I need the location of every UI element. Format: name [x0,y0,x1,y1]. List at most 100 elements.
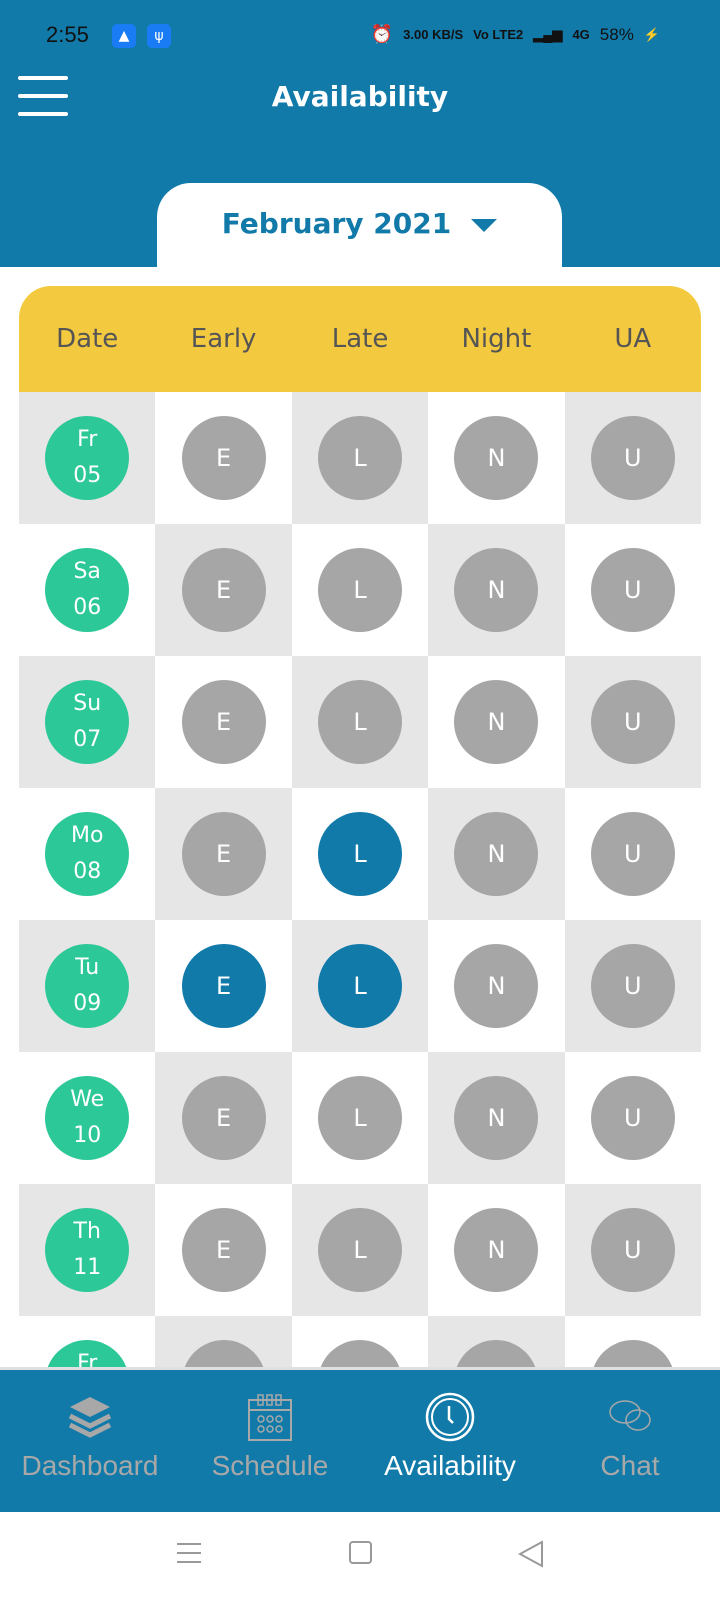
ua-toggle[interactable]: U [590,1208,675,1292]
table-row: Su 07 E L N U [19,656,701,788]
ua-toggle[interactable]: U [590,416,675,500]
ua-cell: U [564,392,701,524]
early-toggle[interactable]: E [181,812,266,896]
nav-label: Schedule [211,1450,329,1481]
date-cell: We 10 [19,1052,156,1184]
early-toggle[interactable]: E [181,680,266,764]
table-row: Fr 05 E L N U [19,392,701,524]
early-toggle[interactable]: E [181,548,266,632]
early-toggle[interactable]: E [181,1208,266,1292]
date-badge: Mo 08 [45,812,130,896]
back-icon[interactable] [517,1540,544,1572]
late-cell: L [291,1052,429,1184]
ua-cell: U [564,1184,701,1316]
column-date: Date [56,324,119,354]
late-cell: L [291,1184,429,1316]
early-cell: E [155,1052,292,1184]
nav-availability[interactable]: Availability [360,1370,540,1512]
early-cell: E [155,392,292,524]
night-toggle[interactable]: N [454,812,539,896]
column-late: Late [331,324,389,354]
day-label: Mo [70,823,104,848]
late-cell: L [291,392,429,524]
night-toggle[interactable]: N [454,1340,539,1367]
column-night: Night [461,324,532,354]
ua-cell: U [564,524,701,656]
date-label: 09 [73,991,102,1016]
date-badge: Sa 06 [45,548,130,632]
early-toggle[interactable]: E [181,1340,266,1367]
date-badge: Fr 05 [45,416,130,500]
late-toggle[interactable]: L [318,944,403,1028]
night-cell: N [428,656,565,788]
night-toggle[interactable]: N [454,548,539,632]
date-badge: Tu 09 [45,944,130,1028]
late-toggle[interactable]: L [318,1208,403,1292]
night-toggle[interactable]: N [454,1208,539,1292]
day-label: Th [73,1219,101,1244]
day-label: Su [73,691,102,716]
date-label: 08 [73,859,102,884]
date-badge: Fr12 [45,1340,130,1367]
night-toggle[interactable]: N [454,680,539,764]
ua-toggle[interactable]: U [590,680,675,764]
date-label: 06 [73,595,102,620]
date-cell: Sa 06 [19,524,156,656]
night-cell: N [428,524,565,656]
recent-apps-icon[interactable] [176,1540,202,1570]
battery-level: 58% [599,24,634,44]
late-toggle[interactable]: L [318,1340,403,1367]
availability-table: Date Early Late Night UA Fr 05 E L N U Sa 06 E L N… [19,286,701,1367]
late-cell: L [291,1316,429,1367]
late-toggle[interactable]: L [318,1076,403,1160]
ua-toggle[interactable]: U [590,1076,675,1160]
ua-toggle[interactable]: U [590,1340,675,1367]
signal-type: 4G [572,27,590,42]
early-cell: E [155,1316,292,1367]
day-label: Tu [75,955,100,980]
charging-icon: ⚡ [643,26,660,42]
day-label: Fr [77,427,98,452]
table-row: Sa 06 E L N U [19,524,701,656]
system-navigation-bar [0,1512,720,1600]
late-toggle[interactable]: L [318,812,403,896]
nav-schedule[interactable]: Schedule [180,1370,360,1512]
ua-toggle[interactable]: U [590,944,675,1028]
early-toggle[interactable]: E [181,416,266,500]
night-toggle[interactable]: N [454,416,539,500]
table-row: Mo 08 E L N U [19,788,701,920]
date-label: 05 [73,463,102,488]
status-time: 2:55 [46,22,89,47]
nav-label: Availability [384,1450,516,1481]
table-header: Date Early Late Night UA [19,286,701,392]
early-cell: E [155,656,292,788]
date-cell: Fr 05 [19,392,156,524]
late-toggle[interactable]: L [318,548,403,632]
android-icon: ▲ [112,24,136,48]
page-title: Availability [271,80,449,113]
signal-icon: ▂▄▆ [533,26,563,42]
ua-toggle[interactable]: U [590,812,675,896]
night-cell: N [428,392,565,524]
night-toggle[interactable]: N [454,1076,539,1160]
nav-dashboard[interactable]: Dashboard [0,1370,180,1512]
chat-icon [609,1400,651,1431]
nav-chat[interactable]: Chat [540,1370,720,1512]
table-row: Tu 09 E L N U [19,920,701,1052]
ua-toggle[interactable]: U [590,548,675,632]
month-selector[interactable]: February 2021 [157,183,562,273]
month-label: February 2021 [221,207,452,240]
alarm-icon: ⏰ [370,24,394,44]
late-toggle[interactable]: L [318,416,403,500]
date-label: 11 [73,1255,102,1280]
date-cell: Tu 09 [19,920,156,1052]
night-cell: N [428,1184,565,1316]
column-ua: UA [614,324,652,354]
home-icon[interactable] [348,1540,374,1570]
early-toggle[interactable]: E [181,944,266,1028]
late-toggle[interactable]: L [318,680,403,764]
usb-icon: ψ [147,24,171,48]
day-label: Sa [73,559,101,584]
night-toggle[interactable]: N [454,944,539,1028]
early-toggle[interactable]: E [181,1076,266,1160]
